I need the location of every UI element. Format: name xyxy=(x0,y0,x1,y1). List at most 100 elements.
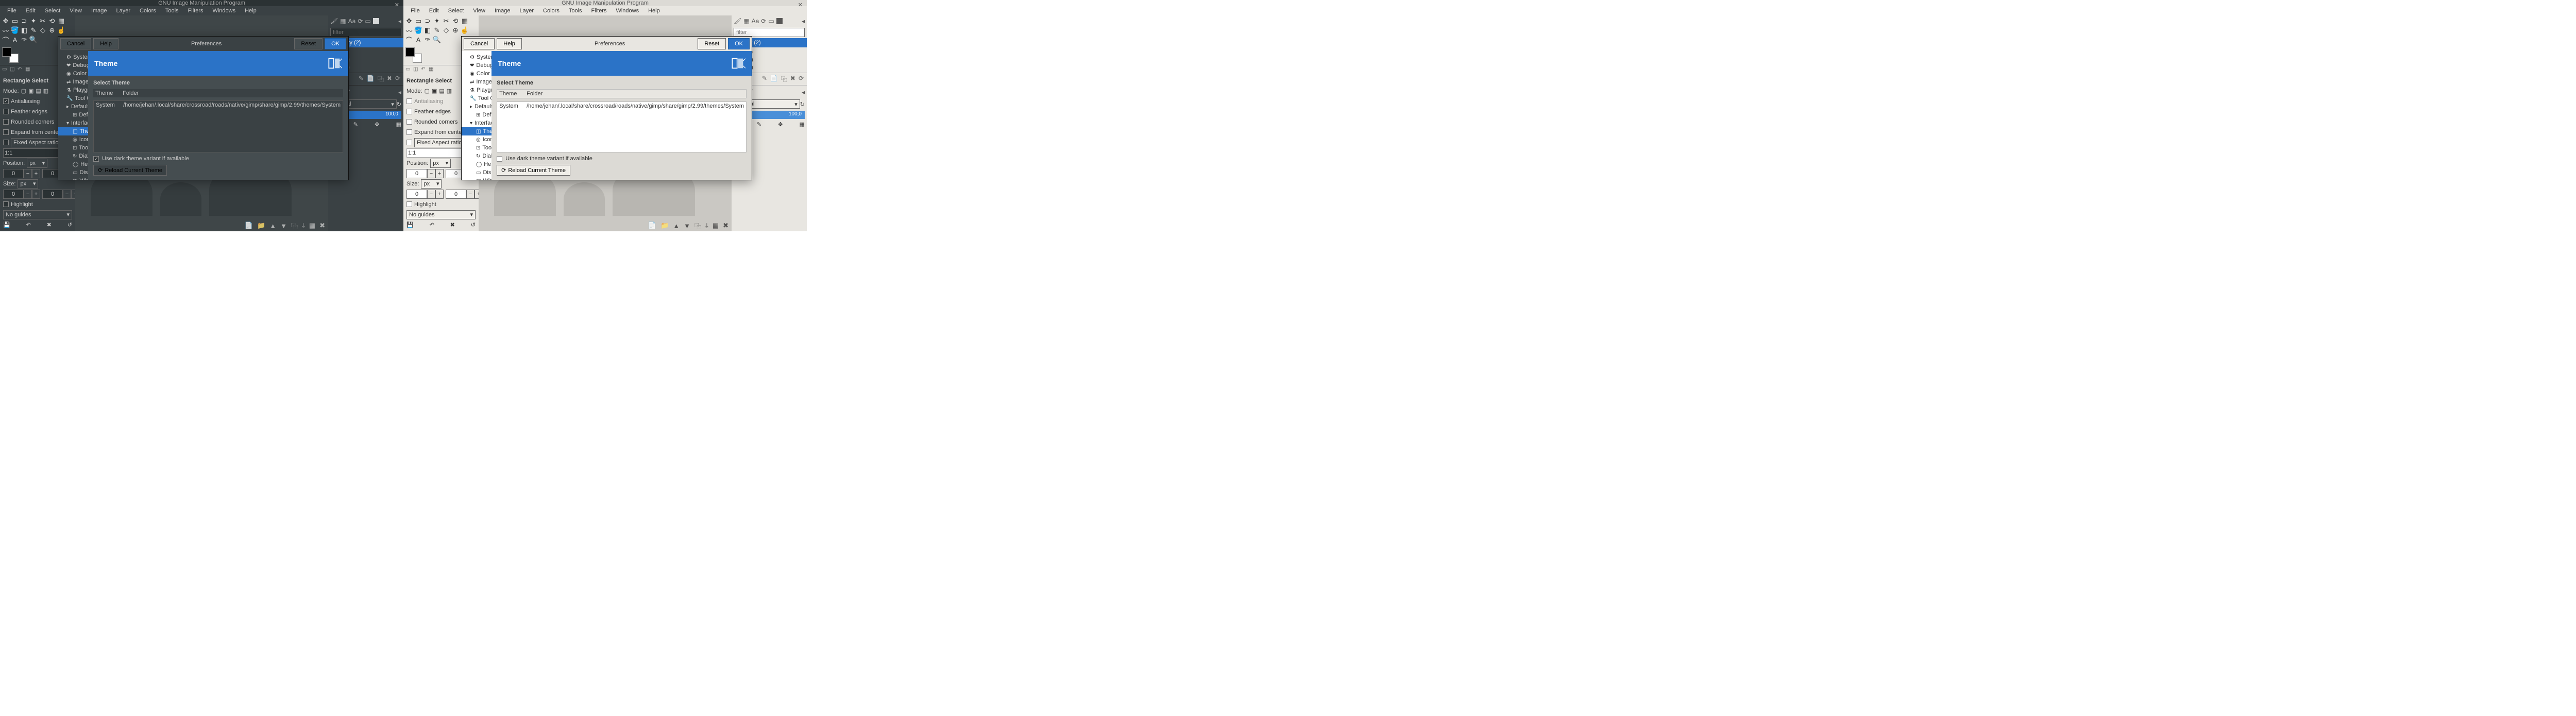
layer-group-icon[interactable]: 📁 xyxy=(660,221,669,230)
menu-help[interactable]: Help xyxy=(241,6,261,15)
fg-bg-colors[interactable] xyxy=(405,47,426,63)
mode-subtract-icon[interactable]: ▤ xyxy=(439,88,444,94)
tree-item-default-grid[interactable]: ⊞Default Grid xyxy=(462,111,492,119)
fg-color-swatch[interactable] xyxy=(405,47,415,57)
tab-images-icon[interactable]: ▦ xyxy=(25,66,32,74)
scale-tool-icon[interactable]: ▦ xyxy=(460,16,469,26)
menu-select[interactable]: Select xyxy=(444,6,468,15)
menu-edit[interactable]: Edit xyxy=(22,6,40,15)
lock-pixels-icon[interactable]: ✎ xyxy=(353,121,358,128)
bucket-tool-icon[interactable]: 🪣 xyxy=(10,26,20,35)
menu-file[interactable]: File xyxy=(3,6,21,15)
fonts-tab-icon[interactable]: Aa xyxy=(348,18,356,25)
edit-icon[interactable]: ✎ xyxy=(359,75,364,83)
lock-alpha-icon[interactable]: ▦ xyxy=(396,121,401,128)
menu-tools[interactable]: Tools xyxy=(161,6,183,15)
layer-group-icon[interactable]: 📁 xyxy=(257,221,265,230)
expand-checkbox[interactable] xyxy=(406,129,412,135)
tree-item-default-grid[interactable]: ⊞Default Grid xyxy=(58,111,88,119)
lock-position-icon[interactable]: ✥ xyxy=(778,121,783,128)
feather-checkbox[interactable] xyxy=(406,109,412,114)
free-select-tool-icon[interactable]: ⊃ xyxy=(20,16,29,26)
reset-button[interactable]: Reset xyxy=(294,38,323,49)
size-w-input[interactable] xyxy=(406,190,427,199)
dark-variant-checkbox[interactable] xyxy=(93,156,99,162)
delete-icon[interactable]: ✖ xyxy=(387,75,392,83)
tree-item-toolbox[interactable]: ⊡Toolbox xyxy=(58,144,88,152)
free-select-tool-icon[interactable]: ⊃ xyxy=(423,16,432,26)
cancel-button[interactable]: Cancel xyxy=(464,38,495,49)
col-folder[interactable]: Folder xyxy=(527,91,543,97)
tab-menu-icon[interactable]: ◂ xyxy=(398,89,401,96)
theme-list[interactable]: System /home/jehan/.local/share/crossroa… xyxy=(497,101,747,152)
tree-item-color-management[interactable]: ◉Color Management xyxy=(462,70,492,78)
tab-menu-icon[interactable]: ◂ xyxy=(802,18,805,25)
crop-tool-icon[interactable]: ✂ xyxy=(38,16,47,26)
edit-icon[interactable]: ✎ xyxy=(762,75,767,83)
gradient-tool-icon[interactable]: ◧ xyxy=(423,26,432,35)
menu-view[interactable]: View xyxy=(469,6,489,15)
tab-images-icon[interactable]: ▦ xyxy=(429,66,436,74)
highlight-checkbox[interactable] xyxy=(406,201,412,207)
new-layer-icon[interactable]: 📄 xyxy=(648,221,656,230)
fg-color-swatch[interactable] xyxy=(2,47,11,57)
tree-item-help-system[interactable]: ◯Help System xyxy=(58,160,88,168)
save-preset-icon[interactable]: 💾 xyxy=(406,221,414,228)
lower-icon[interactable]: ▼ xyxy=(280,222,287,230)
tab-device-icon[interactable]: ◫ xyxy=(413,66,420,74)
rect-icon[interactable]: ▭ xyxy=(768,18,774,25)
dec-button[interactable]: − xyxy=(427,190,435,199)
pencil-tool-icon[interactable]: ✎ xyxy=(432,26,442,35)
mask-icon[interactable]: ▦ xyxy=(713,221,719,230)
tree-item-help-system[interactable]: ◯Help System xyxy=(462,160,492,168)
delete-icon[interactable]: ✖ xyxy=(723,221,728,230)
tab-undo-icon[interactable]: ↶ xyxy=(18,66,25,74)
reset-preset-icon[interactable]: ↺ xyxy=(67,221,72,228)
tree-item-dialog-defaults[interactable]: ↻Dialog Defaults xyxy=(462,152,492,160)
tree-item-color-management[interactable]: ◉Color Management xyxy=(58,70,88,78)
size-w-input[interactable] xyxy=(3,190,24,199)
square-icon[interactable] xyxy=(373,18,379,24)
cancel-button[interactable]: Cancel xyxy=(60,38,91,49)
col-theme[interactable]: Theme xyxy=(499,91,522,97)
reset-button[interactable]: Reset xyxy=(698,38,726,49)
merge-icon[interactable]: ⤓ xyxy=(302,221,305,230)
tree-item-dialog-defaults[interactable]: ↻Dialog Defaults xyxy=(58,152,88,160)
text-tool-icon[interactable]: A xyxy=(414,35,423,44)
new-layer-icon[interactable]: 📄 xyxy=(245,221,253,230)
new-icon[interactable]: 📄 xyxy=(367,75,375,83)
tree-item-default-image[interactable]: ▸Default Image xyxy=(58,103,88,111)
delete-icon[interactable]: ✖ xyxy=(790,75,795,83)
rotate-tool-icon[interactable]: ⟲ xyxy=(47,16,57,26)
lower-icon[interactable]: ▼ xyxy=(684,222,690,230)
menu-image[interactable]: Image xyxy=(490,6,515,15)
tab-menu-icon[interactable]: ◂ xyxy=(802,89,805,96)
history-tab-icon[interactable]: ⟳ xyxy=(761,18,766,25)
brushes-tab-icon[interactable]: 🖌 xyxy=(330,18,338,25)
expand-checkbox[interactable] xyxy=(3,129,9,135)
duplicate-icon[interactable]: ⿻ xyxy=(694,221,701,231)
path-tool-icon[interactable]: ⌒ xyxy=(1,35,10,44)
zoom-tool-icon[interactable]: 🔍 xyxy=(432,35,442,44)
refresh-icon[interactable]: ⟳ xyxy=(395,75,400,83)
square-icon[interactable] xyxy=(776,18,783,24)
text-tool-icon[interactable]: A xyxy=(10,35,20,44)
tab-menu-icon[interactable]: ◂ xyxy=(398,18,401,25)
highlight-checkbox[interactable] xyxy=(3,201,9,207)
antialiasing-checkbox[interactable] xyxy=(406,98,412,104)
new-icon[interactable]: 📄 xyxy=(770,75,778,83)
tab-tool-options-icon[interactable]: ▭ xyxy=(2,66,9,74)
mode-replace-icon[interactable]: ▢ xyxy=(425,88,430,94)
clone-tool-icon[interactable]: ⊕ xyxy=(47,26,57,35)
tree-item-system-resources[interactable]: ⚙System Resources xyxy=(58,53,88,61)
dec-button[interactable]: − xyxy=(466,190,474,199)
pencil-tool-icon[interactable]: ✎ xyxy=(29,26,38,35)
tab-undo-icon[interactable]: ↶ xyxy=(421,66,428,74)
warp-tool-icon[interactable]: 〰 xyxy=(1,26,10,35)
duplicate-icon[interactable]: ⿻ xyxy=(781,75,787,83)
raise-icon[interactable]: ▲ xyxy=(269,222,276,230)
tab-tool-options-icon[interactable]: ▭ xyxy=(405,66,413,74)
inc-button[interactable]: + xyxy=(435,169,444,178)
tree-item-icon-theme[interactable]: ◎Icon Theme xyxy=(58,135,88,144)
close-icon[interactable]: ✕ xyxy=(798,2,803,8)
